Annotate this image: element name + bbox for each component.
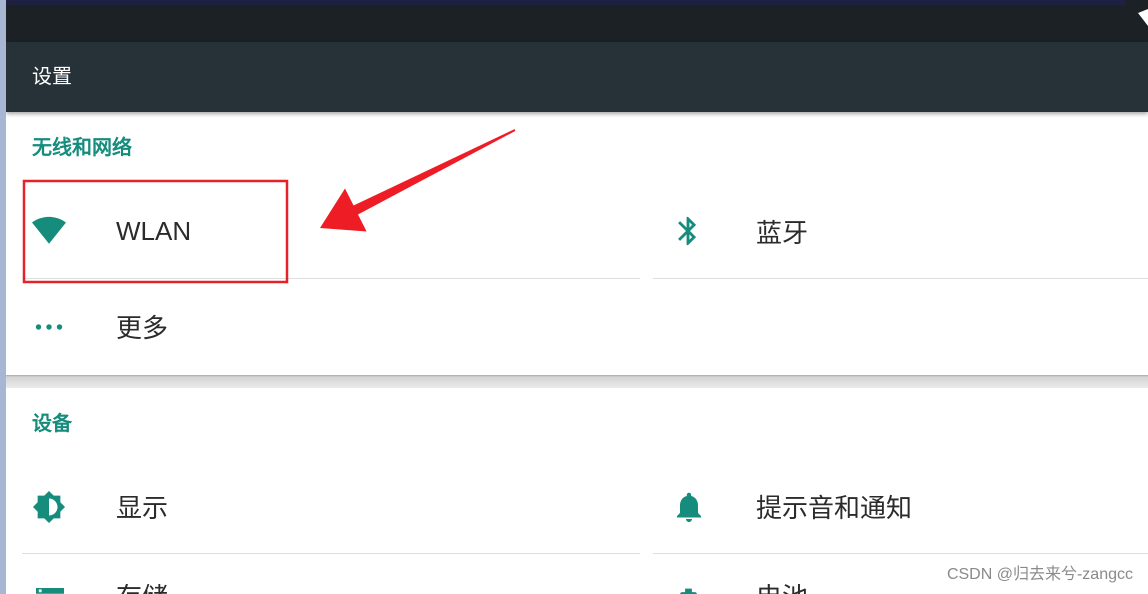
card-separator	[6, 375, 1148, 388]
settings-item-label: 显示	[116, 493, 169, 523]
settings-item-more[interactable]: 更多	[14, 279, 646, 374]
settings-item-bluetooth[interactable]: 蓝牙	[646, 183, 1148, 279]
more-dots-icon	[35, 323, 63, 330]
settings-item-sound-notification[interactable]: 提示音和通知	[646, 459, 1148, 554]
watermark: CSDN @归去来兮-zangcc	[946, 566, 1133, 583]
settings-screen: 设置 无线和网络 WLAN 蓝牙 更多 设备 显示 提示音和通知 CSDN @归…	[0, 0, 1148, 594]
window-frame-edge	[0, 0, 6, 594]
section-header-wireless: 无线和网络	[32, 137, 132, 159]
page-title: 设置	[32, 66, 72, 88]
storage-icon	[36, 588, 64, 594]
status-bar-top-strip	[6, 0, 1125, 5]
settings-item-label: 更多	[116, 313, 169, 343]
settings-item-label: 提示音和通知	[756, 493, 913, 523]
settings-item-label: 电池	[756, 584, 808, 594]
battery-icon	[680, 588, 697, 594]
section-header-device: 设备	[32, 413, 72, 435]
settings-item-storage[interactable]: 存储	[14, 554, 646, 594]
settings-item-label: WLAN	[116, 215, 192, 246]
bluetooth-icon	[678, 216, 697, 246]
settings-item-display[interactable]: 显示	[14, 459, 646, 554]
status-bar	[6, 0, 1148, 42]
wifi-icon	[32, 216, 66, 244]
bell-icon	[677, 492, 701, 522]
settings-item-label: 蓝牙	[756, 217, 809, 248]
wifi-signal-icon	[1138, 9, 1148, 26]
brightness-icon	[32, 490, 66, 523]
divider	[653, 278, 1148, 279]
action-bar: 设置	[6, 42, 1148, 112]
settings-item-label: 存储	[116, 584, 168, 594]
settings-item-wlan[interactable]: WLAN	[14, 183, 646, 279]
